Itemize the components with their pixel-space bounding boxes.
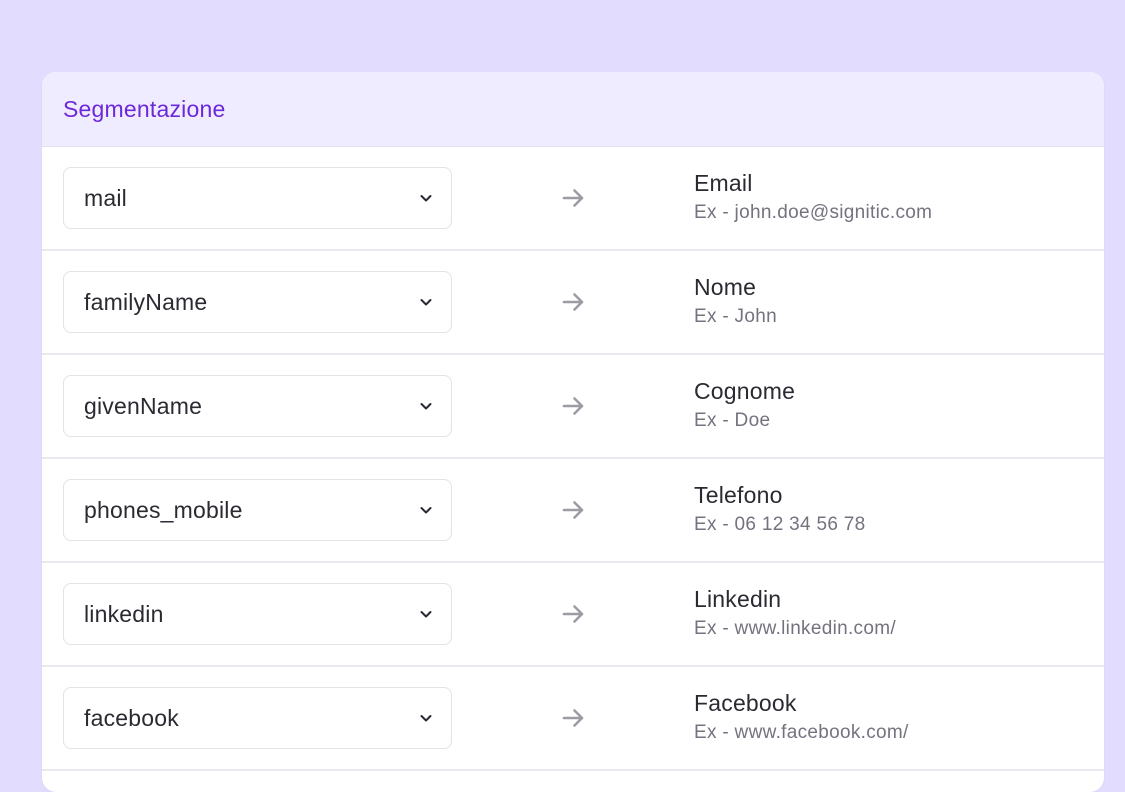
select-value: mail: [84, 184, 127, 211]
target-field-example: Ex - www.facebook.com/: [694, 722, 909, 743]
target-field-example: Ex - www.linkedin.com/: [694, 618, 896, 639]
source-field-select[interactable]: phones_mobile: [63, 479, 452, 541]
target-field-example: Ex - John: [694, 306, 777, 327]
chevron-down-icon: [420, 403, 432, 410]
target-field: Linkedin Ex - www.linkedin.com/: [694, 585, 896, 641]
select-value: familyName: [84, 288, 208, 315]
mapping-row-linkedin: linkedin Linkedin Ex - www.linkedin.com/: [42, 563, 1104, 667]
target-field-label: Linkedin: [694, 586, 782, 612]
target-field-example: Ex - john.doe@signitic.com: [694, 202, 933, 223]
mapping-row-facebook: facebook Facebook Ex - www.facebook.com/: [42, 667, 1104, 771]
target-field-label: Telefono: [694, 482, 783, 508]
select-value: phones_mobile: [84, 496, 243, 523]
arrow-right-icon: [562, 605, 584, 623]
chevron-down-icon: [420, 299, 432, 306]
arrow-right-icon: [562, 293, 584, 311]
mapping-row-telefono: phones_mobile Telefono Ex - 06 12 34 56 …: [42, 459, 1104, 563]
arrow-right-icon: [562, 709, 584, 727]
select-value: linkedin: [84, 600, 164, 627]
select-value: facebook: [84, 704, 179, 731]
arrow-right-icon: [562, 501, 584, 519]
panel-title: Segmentazione: [63, 95, 226, 122]
select-value: givenName: [84, 392, 203, 419]
panel-header: Segmentazione: [42, 72, 1104, 147]
arrow-right-icon: [562, 189, 584, 207]
target-field: Nome Ex - John: [694, 273, 777, 329]
mapping-row-email: mail Email Ex - john.doe@signitic.com: [42, 147, 1104, 251]
source-field-select[interactable]: facebook: [63, 687, 452, 749]
target-field: Cognome Ex - Doe: [694, 377, 795, 433]
target-field-label: Facebook: [694, 690, 797, 716]
target-field-label: Cognome: [694, 378, 796, 404]
target-field: Telefono Ex - 06 12 34 56 78: [694, 481, 866, 537]
target-field: Email Ex - john.doe@signitic.com: [694, 169, 932, 225]
target-field-example: Ex - Doe: [694, 410, 771, 431]
chevron-down-icon: [420, 507, 432, 514]
source-field-select[interactable]: givenName: [63, 375, 452, 437]
target-field-label: Nome: [694, 274, 757, 300]
source-field-select[interactable]: linkedin: [63, 583, 452, 645]
segmentation-panel: Segmentazione mail Email Ex - john.doe@s…: [42, 72, 1104, 792]
chevron-down-icon: [420, 715, 432, 722]
arrow-right-icon: [562, 397, 584, 415]
target-field-example: Ex - 06 12 34 56 78: [694, 514, 866, 535]
chevron-down-icon: [420, 195, 432, 202]
source-field-select[interactable]: familyName: [63, 271, 452, 333]
target-field: Facebook Ex - www.facebook.com/: [694, 689, 909, 745]
source-field-select[interactable]: mail: [63, 167, 452, 229]
mapping-row-cognome: givenName Cognome Ex - Doe: [42, 355, 1104, 459]
chevron-down-icon: [420, 611, 432, 618]
mapping-row-nome: familyName Nome Ex - John: [42, 251, 1104, 355]
target-field-label: Email: [694, 170, 753, 196]
